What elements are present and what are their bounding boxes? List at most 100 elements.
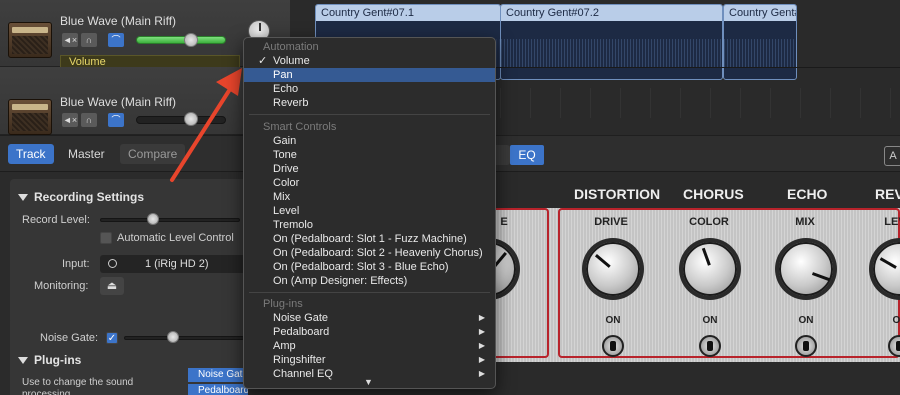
level-label: LEV [884,216,900,228]
menu-item-amp-effects[interactable]: On (Amp Designer: Effects) [244,274,495,288]
menu-item-label: Gain [273,135,297,147]
echo-on-toggle[interactable] [795,335,817,357]
chorus-on-toggle[interactable] [699,335,721,357]
region-title: Country Gent#07.2 [501,5,722,21]
mute-button[interactable]: ◄× [62,113,78,127]
knob-pointer [701,247,711,266]
knob-pointer [594,254,611,268]
plugins-header[interactable]: Plug-ins [18,353,81,367]
section-title: Plug-ins [34,353,82,367]
headphones-icon[interactable]: ∩ [81,113,97,127]
menu-item-level[interactable]: Level [244,204,495,218]
region-title: Country Gent#07.1 [316,5,500,21]
menu-item-pedal-slot-2[interactable]: On (Pedalboard: Slot 2 - Heavenly Chorus… [244,246,495,260]
menu-item-pedalboard[interactable]: Pedalboard ▶ [244,325,495,339]
menu-item-pedal-slot-1[interactable]: On (Pedalboard: Slot 1 - Fuzz Machine) [244,232,495,246]
mute-button[interactable]: ◄× [62,33,78,47]
menu-item-amp[interactable]: Amp ▶ [244,339,495,353]
menu-item-label: Noise Gate [273,312,329,324]
logic-window: Blue Wave (Main Riff) ◄× ∩ ⌒ Volume Blue… [0,0,900,395]
menu-item-gain[interactable]: Gain [244,134,495,148]
scroll-down-icon[interactable]: ▼ [364,377,373,387]
compare-button[interactable]: Compare [120,144,186,164]
color-label: COLOR [689,216,729,228]
submenu-arrow-icon: ▶ [478,313,485,322]
disclosure-triangle-icon[interactable] [18,357,28,364]
input-select[interactable]: 1 (iRig HD 2) [100,255,250,273]
menu-item-tone[interactable]: Tone [244,148,495,162]
automation-button[interactable]: ⌒ [108,33,124,47]
noise-gate-knob[interactable] [167,331,179,343]
menu-item-drive[interactable]: Drive [244,162,495,176]
menu-item-pedal-slot-3[interactable]: On (Pedalboard: Slot 3 - Blue Echo) [244,260,495,274]
headphones-icon[interactable]: ∩ [81,33,97,47]
volume-slider[interactable] [136,36,226,44]
tab-track[interactable]: Track [8,144,54,164]
menu-separator [249,114,490,115]
auto-level-checkbox[interactable] [100,232,112,244]
volume-slider-knob[interactable] [184,33,198,47]
distortion-title: DISTORTION [574,186,661,202]
menu-item-label: Tremolo [273,219,313,231]
menu-item-noise-gate[interactable]: Noise Gate ▶ [244,311,495,325]
disclosure-triangle-icon[interactable] [18,194,28,201]
noise-gate-checkbox[interactable]: ✓ [106,332,118,344]
menu-item-tremolo[interactable]: Tremolo [244,218,495,232]
automation-button[interactable]: ⌒ [108,113,124,127]
color-knob[interactable] [683,242,737,296]
volume-slider-knob[interactable] [184,112,198,126]
menu-item-label: Pan [273,69,293,81]
menu-item-color[interactable]: Color [244,176,495,190]
record-level-slider[interactable] [100,218,240,222]
menu-item-label: Echo [273,83,299,95]
distortion-on-toggle[interactable] [602,335,624,357]
reverb-title: REV [875,186,900,202]
menu-item-label: On (Pedalboard: Slot 2 - Heavenly Chorus… [273,247,483,259]
check-icon: ✓ [258,55,268,67]
menu-separator [249,292,490,293]
menu-section-header: Automation [263,41,319,53]
amp-icon [8,99,52,135]
plugins-description: Use to change the sound processing [22,377,134,395]
volume-slider[interactable] [136,116,226,124]
menu-item-label: Ringshifter [273,354,326,366]
menu-item-volume[interactable]: ✓ Volume [244,54,495,68]
menu-item-reverb[interactable]: Reverb [244,96,495,110]
on-label: ON [605,315,621,326]
menu-item-ringshifter[interactable]: Ringshifter ▶ [244,353,495,367]
mono-icon [108,259,117,268]
menu-item-label: Reverb [273,97,309,109]
record-level-label: Record Level: [22,214,90,226]
monitoring-button[interactable]: ⏏ [100,277,124,295]
menu-item-label: Pedalboard [273,326,330,338]
menu-item-label: Color [273,177,300,189]
plugin-slot-noise-gate[interactable]: Noise Gate [188,368,248,382]
section-title: Recording Settings [34,190,145,204]
audio-region[interactable]: Country Gent#07.2 [500,4,723,80]
plugin-slot-pedalboard[interactable]: Pedalboard [188,384,248,395]
audio-region[interactable]: Country Gent# [723,4,797,80]
amp-icon [8,22,52,58]
recording-settings-header[interactable]: Recording Settings [18,190,144,204]
region-title: Country Gent# [724,5,796,21]
tab-eq[interactable]: EQ [510,145,544,165]
menu-item-pan[interactable]: Pan [244,68,495,82]
amp-bottom-bar [490,362,900,395]
drive-knob[interactable] [586,242,640,296]
tab-master[interactable]: Master [60,144,113,164]
noise-gate-label: Noise Gate: [40,332,99,344]
menu-section-header: Smart Controls [263,121,337,133]
noise-gate-slider[interactable] [124,336,244,340]
menu-item-label: Level [273,205,300,217]
corner-button[interactable]: A [884,146,900,166]
auto-level-label: Automatic Level Control [117,232,234,244]
mix-knob[interactable] [779,242,833,296]
submenu-arrow-icon: ▶ [478,369,485,378]
waveform [724,39,796,67]
menu-item-mix[interactable]: Mix [244,190,495,204]
menu-item-label: On (Amp Designer: Effects) [273,275,408,287]
amp-designer-panel: DISTORTION CHORUS ECHO REV E DRIVE COLOR… [462,172,900,395]
submenu-arrow-icon: ▶ [478,355,485,364]
menu-item-echo[interactable]: Echo [244,82,495,96]
record-level-knob[interactable] [147,213,159,225]
